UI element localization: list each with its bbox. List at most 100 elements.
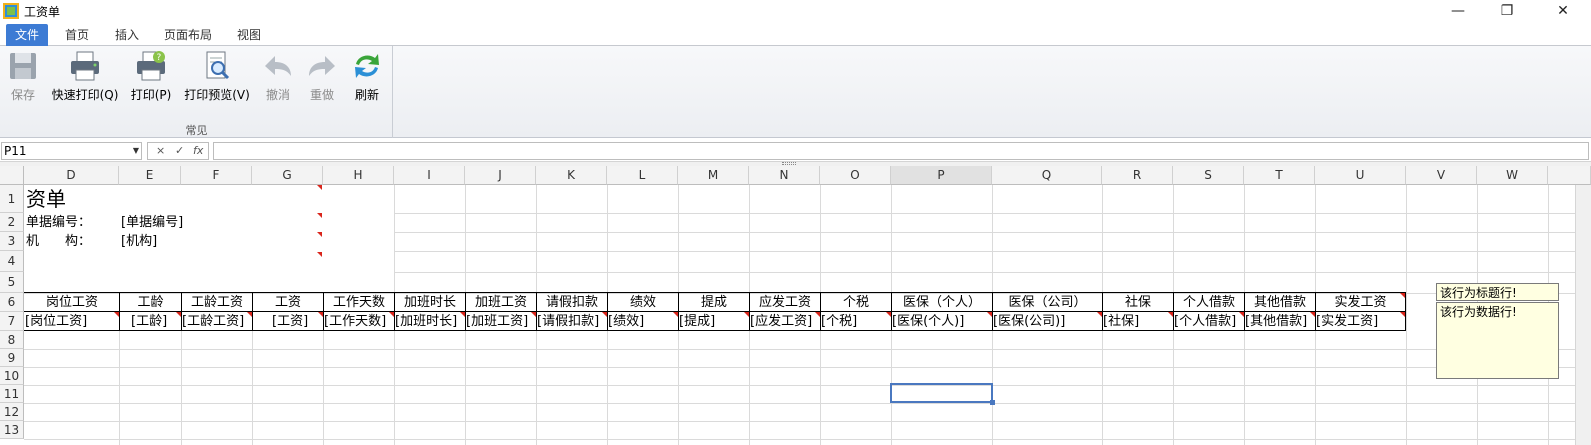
restore-button[interactable]: ❐ [1484, 0, 1530, 22]
header-cell-e[interactable]: 工龄 [120, 293, 181, 312]
comment-marker[interactable] [531, 312, 536, 317]
row-header-9[interactable]: 9 [0, 349, 24, 367]
row-header-13[interactable]: 13 [0, 421, 24, 439]
tab-view[interactable]: 视图 [228, 24, 270, 46]
header-cell-q[interactable]: 医保（公司） [993, 293, 1102, 312]
header-cell-f[interactable]: 工龄工资 [182, 293, 252, 312]
header-cell-p[interactable]: 医保（个人） [892, 293, 992, 312]
comment-marker[interactable] [1239, 312, 1244, 317]
header-cell-s[interactable]: 个人借款 [1174, 293, 1244, 312]
comment-marker[interactable] [460, 312, 465, 317]
comment-marker[interactable] [673, 312, 678, 317]
header-cell-r[interactable]: 社保 [1103, 293, 1173, 312]
header-cell-l[interactable]: 绩效 [608, 293, 678, 312]
row-header-11[interactable]: 11 [0, 385, 24, 403]
bill-no-label[interactable]: 单据编号： [26, 213, 91, 232]
data-cell-h[interactable]: [工作天数] [324, 312, 394, 331]
data-cell-d[interactable]: [岗位工资] [25, 312, 119, 331]
data-cell-f[interactable]: [工龄工资] [182, 312, 252, 331]
comment-marker[interactable] [318, 312, 323, 317]
comment-marker[interactable] [987, 312, 992, 317]
column-header-r[interactable]: R [1102, 166, 1173, 185]
row-header-1[interactable]: 1 [0, 185, 24, 213]
data-cell-e[interactable]: [工龄] [131, 312, 181, 331]
cancel-formula-button[interactable]: × [156, 143, 165, 159]
row-header-5[interactable]: 5 [0, 272, 24, 293]
bill-no-value[interactable]: [单据编号] [121, 213, 183, 232]
row-header-2[interactable]: 2 [0, 213, 24, 232]
header-cell-g[interactable]: 工资 [253, 293, 323, 312]
column-header-m[interactable]: M [678, 166, 749, 185]
enter-formula-button[interactable]: ✓ [175, 143, 184, 159]
spreadsheet-grid[interactable]: D E F G H I J K L M N O P Q R S T U V W … [0, 166, 1591, 445]
select-all-corner[interactable] [0, 166, 24, 185]
data-cell-s[interactable]: [个人借款] [1174, 312, 1244, 331]
org-label[interactable]: 机 构： [26, 232, 91, 251]
column-header-o[interactable]: O [820, 166, 891, 185]
column-header-t[interactable]: T [1244, 166, 1315, 185]
comment-marker[interactable] [176, 312, 181, 317]
data-cell-p[interactable]: [医保(个人)] [892, 312, 992, 331]
comment-marker[interactable] [317, 252, 322, 257]
header-cell-j[interactable]: 加班工资 [466, 293, 536, 312]
column-header-h[interactable]: H [323, 166, 394, 185]
column-header-f[interactable]: F [181, 166, 252, 185]
comment-marker[interactable] [317, 185, 322, 190]
tab-page-layout[interactable]: 页面布局 [156, 24, 220, 46]
row-header-10[interactable]: 10 [0, 367, 24, 385]
column-header-p[interactable]: P [891, 166, 992, 185]
comment-marker[interactable] [1400, 293, 1405, 298]
redo-button[interactable]: 重做 [304, 50, 340, 110]
data-cell-q[interactable]: [医保(公司)] [993, 312, 1102, 331]
selected-cell[interactable] [890, 383, 993, 403]
header-cell-o[interactable]: 个税 [821, 293, 891, 312]
comment-marker[interactable] [114, 312, 119, 317]
print-preview-button[interactable]: 打印预览(V) [182, 50, 252, 110]
column-header-i[interactable]: I [394, 166, 465, 185]
header-cell-k[interactable]: 请假扣款 [537, 293, 607, 312]
data-cell-o[interactable]: [个税] [821, 312, 891, 331]
chevron-down-icon[interactable]: ▼ [133, 143, 139, 159]
row-header-6[interactable]: 6 [0, 293, 24, 312]
column-header-d[interactable]: D [24, 166, 119, 185]
tab-home[interactable]: 首页 [56, 24, 98, 46]
header-cell-u[interactable]: 实发工资 [1316, 293, 1405, 312]
sheet-title[interactable]: 资单 [26, 187, 66, 211]
org-value[interactable]: [机构] [121, 232, 157, 251]
comment-marker[interactable] [815, 312, 820, 317]
header-cell-h[interactable]: 工作天数 [324, 293, 394, 312]
header-cell-i[interactable]: 加班时长 [395, 293, 465, 312]
comment-marker[interactable] [602, 312, 607, 317]
comment-marker[interactable] [247, 312, 252, 317]
insert-function-button[interactable]: fx [193, 143, 203, 159]
close-button[interactable]: ✕ [1540, 0, 1586, 22]
column-header-n[interactable]: N [749, 166, 820, 185]
comment-marker[interactable] [744, 312, 749, 317]
data-cell-n[interactable]: [应发工资] [750, 312, 820, 331]
row-header-3[interactable]: 3 [0, 232, 24, 251]
comment-marker[interactable] [886, 312, 891, 317]
data-cell-m[interactable]: [提成] [679, 312, 749, 331]
header-cell-m[interactable]: 提成 [679, 293, 749, 312]
comment-marker[interactable] [317, 232, 322, 237]
tab-insert[interactable]: 插入 [106, 24, 148, 46]
tab-file[interactable]: 文件 [6, 24, 48, 46]
column-header-l[interactable]: L [607, 166, 678, 185]
data-cell-j[interactable]: [加班工资] [466, 312, 536, 331]
row-header-4[interactable]: 4 [0, 251, 24, 272]
comment-marker[interactable] [317, 213, 322, 218]
comment-marker[interactable] [1310, 312, 1315, 317]
data-cell-g[interactable]: [工资] [272, 312, 323, 331]
row-header-7[interactable]: 7 [0, 312, 24, 331]
column-header-q[interactable]: Q [992, 166, 1102, 185]
header-cell-n[interactable]: 应发工资 [750, 293, 820, 312]
column-header-j[interactable]: J [465, 166, 536, 185]
data-cell-t[interactable]: [其他借款] [1245, 312, 1315, 331]
column-header-e[interactable]: E [119, 166, 181, 185]
splitter-grip-icon[interactable] [782, 162, 796, 165]
header-cell-d[interactable]: 岗位工资 [25, 293, 119, 312]
data-cell-r[interactable]: [社保] [1103, 312, 1173, 331]
row-header-12[interactable]: 12 [0, 403, 24, 421]
fill-handle[interactable] [990, 400, 995, 405]
column-header-k[interactable]: K [536, 166, 607, 185]
